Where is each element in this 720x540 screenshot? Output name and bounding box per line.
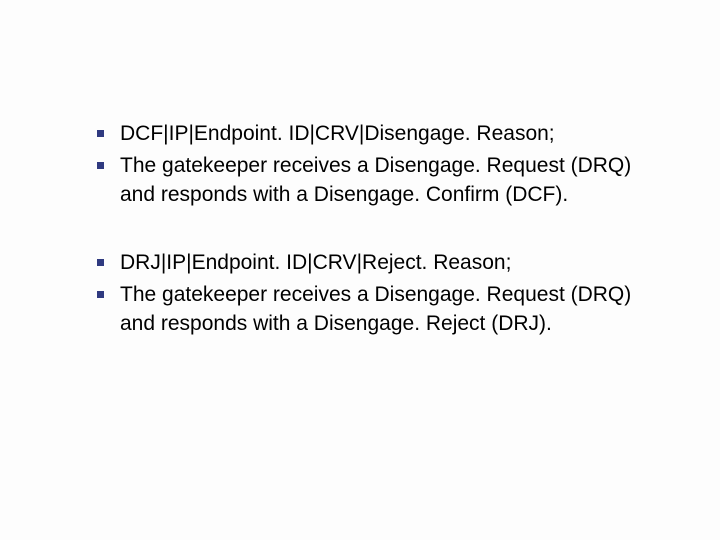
bullet-group-2: DRJ|IP|Endpoint. ID|CRV|Reject. Reason; … bbox=[80, 249, 660, 338]
bullet-icon bbox=[80, 249, 120, 266]
bullet-text: DRJ|IP|Endpoint. ID|CRV|Reject. Reason; bbox=[120, 249, 660, 277]
bullet-icon bbox=[80, 281, 120, 298]
list-item: DRJ|IP|Endpoint. ID|CRV|Reject. Reason; bbox=[80, 249, 660, 277]
list-item: The gatekeeper receives a Disengage. Req… bbox=[80, 281, 660, 338]
slide: DCF|IP|Endpoint. ID|CRV|Disengage. Reaso… bbox=[0, 0, 720, 540]
bullet-icon bbox=[80, 152, 120, 169]
bullet-text: The gatekeeper receives a Disengage. Req… bbox=[120, 281, 660, 338]
list-item: The gatekeeper receives a Disengage. Req… bbox=[80, 152, 660, 209]
list-item: DCF|IP|Endpoint. ID|CRV|Disengage. Reaso… bbox=[80, 120, 660, 148]
bullet-text: The gatekeeper receives a Disengage. Req… bbox=[120, 152, 660, 209]
bullet-group-1: DCF|IP|Endpoint. ID|CRV|Disengage. Reaso… bbox=[80, 120, 660, 209]
bullet-icon bbox=[80, 120, 120, 137]
bullet-text: DCF|IP|Endpoint. ID|CRV|Disengage. Reaso… bbox=[120, 120, 660, 148]
